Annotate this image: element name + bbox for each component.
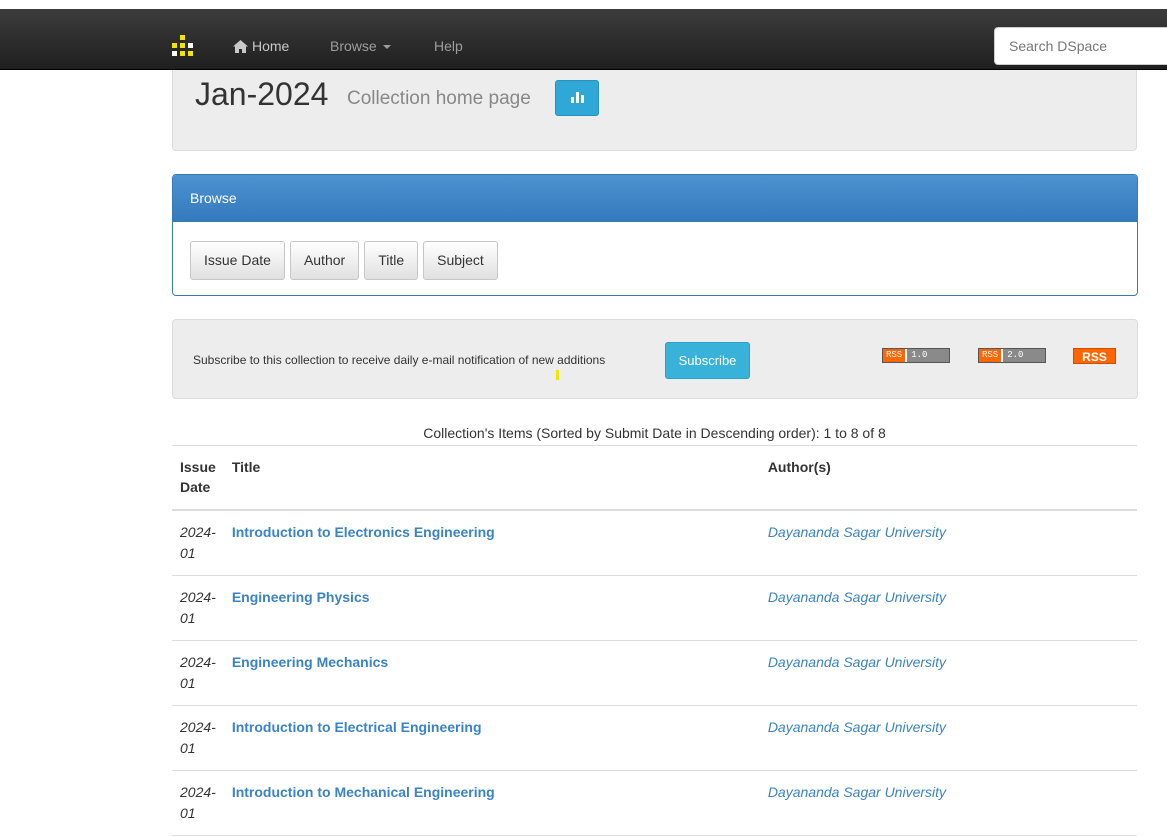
table-row: 2024-01 Engineering Physics Dayananda Sa…	[172, 575, 1137, 641]
item-issue-date: 2024-01	[172, 705, 224, 771]
home-icon	[233, 39, 248, 53]
item-issue-date: 2024-01	[172, 575, 224, 641]
top-strip	[0, 0, 1167, 9]
browse-panel-heading: Browse	[173, 175, 1137, 222]
navbar: Home Browse Help	[0, 9, 1167, 70]
subscribe-panel: Subscribe to this collection to receive …	[172, 319, 1138, 399]
caret-down-icon	[382, 45, 391, 50]
item-title-cell: Engineering Mechanics	[223, 640, 760, 706]
rss-1-badge-label: RSS	[883, 349, 906, 362]
nav-home-link[interactable]: Home	[233, 38, 289, 54]
nav-help-label: Help	[434, 38, 463, 54]
page-title: Jan-2024	[195, 76, 329, 112]
nav-help-link[interactable]: Help	[434, 38, 463, 54]
browse-button-group: Issue Date Author Title Subject	[173, 222, 1137, 280]
rss-2-version: 2.0	[1001, 349, 1046, 362]
item-title-link[interactable]: Engineering Mechanics	[232, 654, 388, 670]
items-caption: Collection's Items (Sorted by Submit Dat…	[423, 425, 886, 441]
item-author-link[interactable]: Dayananda Sagar University	[768, 719, 946, 735]
rss-1-version: 1.0	[905, 349, 950, 362]
text-cursor-marker	[556, 370, 559, 380]
browse-author-button[interactable]: Author	[289, 241, 360, 280]
item-author-cell: Dayananda Sagar University	[759, 510, 1137, 576]
item-author-cell: Dayananda Sagar University	[759, 640, 1137, 706]
browse-panel: Browse Issue Date Author Title Subject	[172, 174, 1138, 296]
column-header-authors[interactable]: Author(s)	[759, 445, 1137, 511]
item-title-link[interactable]: Introduction to Electronics Engineering	[232, 524, 495, 540]
nav-browse-label: Browse	[330, 38, 377, 54]
subscribe-text: Subscribe to this collection to receive …	[193, 353, 606, 367]
rss-2-0-feed-link[interactable]: RSS 2.0	[978, 348, 1047, 363]
subscribe-button[interactable]: Subscribe	[665, 342, 750, 379]
table-row: 2024-01 Introduction to Electrical Engin…	[172, 705, 1137, 771]
item-author-link[interactable]: Dayananda Sagar University	[768, 589, 946, 605]
browse-issue-date-button[interactable]: Issue Date	[190, 241, 285, 280]
nav-home-label: Home	[252, 38, 290, 54]
item-author-cell: Dayananda Sagar University	[759, 705, 1137, 771]
item-issue-date: 2024-01	[172, 510, 224, 576]
search-input[interactable]	[994, 27, 1167, 65]
table-header-row: Issue Date Title Author(s)	[172, 445, 1137, 511]
dspace-logo-icon[interactable]	[172, 35, 202, 59]
item-title-cell: Introduction to Electronics Engineering	[223, 510, 760, 576]
item-title-cell: Introduction to Electrical Engineering	[223, 705, 760, 771]
item-title-link[interactable]: Introduction to Mechanical Engineering	[232, 784, 495, 800]
statistics-button[interactable]	[555, 80, 599, 116]
page-subtitle: Collection home page	[347, 88, 531, 109]
browse-subject-button[interactable]: Subject	[423, 241, 498, 280]
item-author-link[interactable]: Dayananda Sagar University	[768, 524, 946, 540]
items-table: Issue Date Title Author(s) 2024-01 Intro…	[172, 445, 1137, 836]
rss-2-badge-label: RSS	[979, 349, 1002, 362]
table-row: 2024-01 Introduction to Electronics Engi…	[172, 510, 1137, 576]
table-row: 2024-01 Engineering Mechanics Dayananda …	[172, 640, 1137, 706]
collection-header: Jan-2024 Collection home page	[172, 70, 1137, 151]
browse-title-button[interactable]: Title	[364, 241, 419, 280]
column-header-title[interactable]: Title	[223, 445, 760, 511]
rss-feed-link[interactable]: RSS	[1073, 348, 1116, 364]
column-header-issue-date[interactable]: Issue Date	[172, 445, 224, 511]
rss-1-0-feed-link[interactable]: RSS 1.0	[882, 348, 951, 363]
item-author-link[interactable]: Dayananda Sagar University	[768, 654, 946, 670]
nav-browse-dropdown[interactable]: Browse	[330, 38, 391, 54]
item-title-link[interactable]: Introduction to Electrical Engineering	[232, 719, 482, 735]
item-author-link[interactable]: Dayananda Sagar University	[768, 784, 946, 800]
item-title-link[interactable]: Engineering Physics	[232, 589, 370, 605]
item-title-cell: Engineering Physics	[223, 575, 760, 641]
item-issue-date: 2024-01	[172, 640, 224, 706]
item-author-cell: Dayananda Sagar University	[759, 575, 1137, 641]
